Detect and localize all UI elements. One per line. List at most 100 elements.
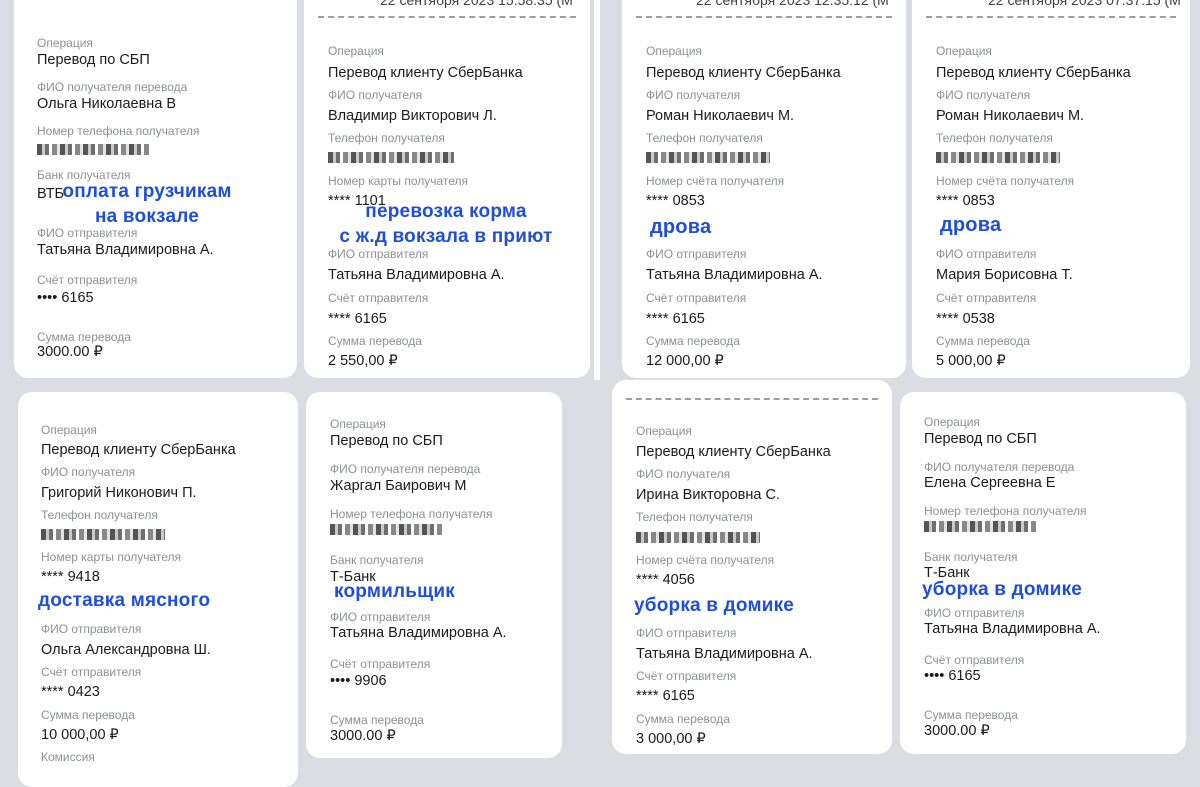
recipient-phone-label: Телефон получателя xyxy=(646,131,763,145)
handwritten-annotation: дрова xyxy=(940,214,1002,236)
sender-name-label: ФИО отправителя xyxy=(924,606,1025,620)
amount-value: 3000.00 ₽ xyxy=(924,723,990,739)
operation-value: Перевод по СБП xyxy=(330,433,443,449)
receipt-card: 22 сентября 2023 15:58:35 (М Операция Пе… xyxy=(304,0,590,378)
sender-account-label: Счёт отправителя xyxy=(646,291,747,305)
recipient-card-label: Номер карты получателя xyxy=(41,550,182,564)
amount-label: Сумма перевода xyxy=(328,334,422,348)
recipient-card-label: Номер карты получателя xyxy=(328,174,469,188)
operation-label: Операция xyxy=(636,424,692,438)
redacted-phone xyxy=(37,144,149,155)
dashed-divider xyxy=(636,16,892,18)
recipient-phone-label: Номер телефона получателя xyxy=(924,504,1087,518)
receipt-date: 22 сентября 2023 07:37:15 (М xyxy=(988,0,1181,8)
amount-label: Сумма перевода xyxy=(646,334,740,348)
sender-account-value: •••• 9906 xyxy=(330,673,387,689)
amount-label: Сумма перевода xyxy=(330,713,424,727)
recipient-name-label: ФИО получателя xyxy=(328,88,423,102)
receipt-card: Операция Перевод по СБП ФИО получателя п… xyxy=(900,392,1186,754)
operation-label: Операция xyxy=(924,415,980,429)
operation-label: Операция xyxy=(330,417,386,431)
operation-value: Перевод клиенту СберБанка xyxy=(41,442,236,458)
redacted-phone xyxy=(328,152,454,163)
operation-value: Перевод клиенту СберБанка xyxy=(636,444,831,460)
recipient-name-value: Жаргал Баирович М xyxy=(330,478,467,494)
recipient-account-label: Номер счёта получателя xyxy=(646,174,785,188)
recipient-name-value: Ирина Викторовна С. xyxy=(636,487,780,503)
handwritten-annotation: перевозка корма с ж.д вокзала в приют xyxy=(339,201,553,247)
amount-value: 3 000,00 ₽ xyxy=(636,731,706,747)
recipient-name-label: ФИО получателя перевода xyxy=(330,462,481,476)
recipient-name-value: Григорий Никонович П. xyxy=(41,485,197,501)
amount-value: 3000.00 ₽ xyxy=(330,728,396,744)
handwritten-annotation: кормильщик xyxy=(334,581,455,602)
sender-name-label: ФИО отправителя xyxy=(41,622,142,636)
operation-label: Операция xyxy=(37,36,93,50)
dashed-divider xyxy=(626,398,878,400)
amount-value: 2 550,00 ₽ xyxy=(328,353,398,369)
recipient-name-value: Елена Сергеевна Е xyxy=(924,475,1056,491)
recipient-phone-label: Номер телефона получателя xyxy=(330,507,493,521)
sender-name-label: ФИО отправителя xyxy=(646,247,747,261)
sender-account-value: **** 6165 xyxy=(328,311,387,327)
sender-account-label: Счёт отправителя xyxy=(41,665,142,679)
operation-label: Операция xyxy=(41,423,97,437)
sender-account-value: •••• 6165 xyxy=(924,668,981,684)
operation-value: Перевод по СБП xyxy=(924,431,1037,447)
recipient-card-value: **** 9418 xyxy=(41,569,100,585)
receipt-date: 22 сентября 2023 15:58:35 (М xyxy=(380,0,573,8)
receipt-card: Операция Перевод по СБП ФИО получателя п… xyxy=(306,392,562,758)
recipient-phone-label: Номер телефона получателя xyxy=(37,124,200,138)
recipient-name-label: ФИО получателя xyxy=(41,465,136,479)
handwritten-annotation: дрова xyxy=(650,216,712,238)
operation-label: Операция xyxy=(936,44,992,58)
redacted-phone xyxy=(636,532,760,543)
handwritten-annotation: уборка в домике xyxy=(634,595,795,616)
sender-name-value: Мария Борисовна Т. xyxy=(936,267,1073,283)
receipt-card: 22 сентября 2023 12:35:12 (М Операция Пе… xyxy=(622,0,906,378)
handwritten-annotation: уборка в домике xyxy=(922,579,1083,600)
receipt-card: 22 сентября 2023 07:37:15 (М Операция Пе… xyxy=(912,0,1190,378)
recipient-name-value: Роман Николаевич М. xyxy=(936,108,1085,124)
recipient-name-value: Владимир Викторович Л. xyxy=(328,108,497,124)
receipt-card: Операция Перевод клиенту СберБанка ФИО п… xyxy=(612,380,892,754)
sender-account-label: Счёт отправителя xyxy=(328,291,429,305)
sender-name-value: Татьяна Владимировна А. xyxy=(328,267,505,283)
amount-value: 5 000,00 ₽ xyxy=(936,353,1006,369)
sender-name-value: Татьяна Владимировна А. xyxy=(924,621,1101,637)
amount-label: Сумма перевода xyxy=(636,712,730,726)
operation-value: Перевод клиенту СберБанка xyxy=(328,65,523,81)
amount-value: 10 000,00 ₽ xyxy=(41,727,119,743)
recipient-name-value: Роман Николаевич М. xyxy=(646,108,795,124)
sender-name-value: Ольга Александровна Ш. xyxy=(41,642,211,658)
redacted-phone xyxy=(924,521,1036,532)
recipient-phone-label: Телефон получателя xyxy=(328,131,445,145)
amount-label: Сумма перевода xyxy=(37,330,131,344)
recipient-phone-label: Телефон получателя xyxy=(936,131,1053,145)
recipient-bank-label: Банк получателя xyxy=(330,553,424,567)
sender-account-label: Счёт отправителя xyxy=(636,669,737,683)
redacted-phone xyxy=(936,152,1060,163)
recipient-account-label: Номер счёта получателя xyxy=(936,174,1075,188)
sender-account-value: **** 0538 xyxy=(936,311,995,327)
operation-value: Перевод клиенту СберБанка xyxy=(936,65,1131,81)
commission-label: Комиссия xyxy=(41,750,95,764)
sender-name-value: Татьяна Владимировна А. xyxy=(646,267,823,283)
sender-account-label: Счёт отправителя xyxy=(37,273,138,287)
recipient-bank-label: Банк получателя xyxy=(924,550,1018,564)
recipient-name-label: ФИО получателя xyxy=(936,88,1031,102)
dashed-divider xyxy=(318,16,576,18)
operation-value: Перевод клиенту СберБанка xyxy=(646,65,841,81)
recipient-name-label: ФИО получателя перевода xyxy=(924,460,1075,474)
operation-label: Операция xyxy=(646,44,702,58)
amount-label: Сумма перевода xyxy=(924,708,1018,722)
redacted-phone xyxy=(330,524,442,535)
recipient-name-label: ФИО получателя перевода xyxy=(37,80,188,94)
sender-name-label: ФИО отправителя xyxy=(636,626,737,640)
recipient-phone-label: Телефон получателя xyxy=(636,510,753,524)
receipt-date: 22 сентября 2023 12:35:12 (М xyxy=(696,0,889,8)
amount-label: Сумма перевода xyxy=(936,334,1030,348)
column-separator xyxy=(594,0,600,380)
handwritten-annotation: доставка мясного xyxy=(38,590,211,611)
recipient-account-value: **** 0853 xyxy=(646,193,705,209)
